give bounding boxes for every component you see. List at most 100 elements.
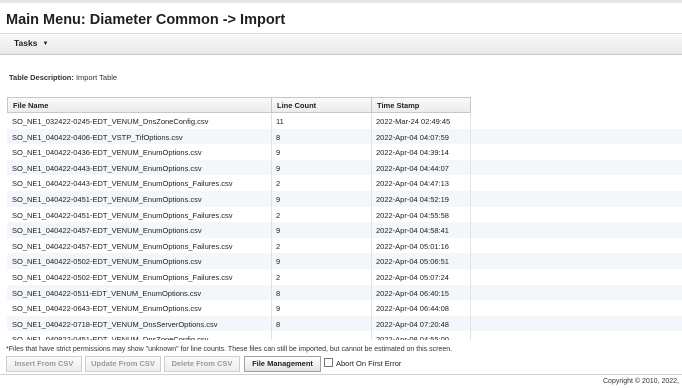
file-name-cell: SO_NE1_040422-0451-EDT_VENUM_EnumOptions… [12, 210, 233, 220]
copyright-notice: Copyright © 2010, 2022, [603, 378, 679, 385]
column-divider [470, 175, 471, 191]
line-count-cell: 2 [276, 210, 281, 220]
column-divider [271, 190, 272, 207]
table-row[interactable]: SO_NE1_040422-0443-EDT_VENUM_EnumOptions… [7, 159, 682, 176]
time-stamp-cell: 2022-Apr-04 04:39:14 [376, 148, 449, 158]
column-divider [271, 253, 272, 269]
file-name-cell: SO_NE1_040422-0451-EDT_VENUM_EnumOptions… [12, 194, 202, 204]
file-name-cell: SO_NE1_040422-0511-EDT_VENUM_EnumOptions… [12, 288, 202, 298]
line-count-cell: 11 [276, 117, 284, 126]
table-description-label: Table Description: [9, 73, 74, 82]
footer-divider [0, 374, 682, 375]
column-divider [470, 331, 471, 340]
column-divider [371, 268, 372, 285]
table-row[interactable]: SO_NE1_040422-0502-EDT_VENUM_EnumOptions… [7, 268, 682, 285]
checkbox-icon[interactable] [324, 358, 333, 367]
delete-from-csv-button[interactable]: Delete From CSV [164, 356, 240, 372]
time-stamp-cell: 2022-Apr-04 05:07:24 [376, 272, 449, 282]
table-row[interactable]: SO_NE1_040422-0643-EDT_VENUM_EnumOptions… [7, 300, 682, 316]
table-row[interactable]: SO_NE1_032422-0245-EDT_VENUM_DnsZoneConf… [7, 113, 682, 129]
file-name-cell: SO_NE1_032422-0245-EDT_VENUM_DnsZoneConf… [12, 117, 209, 126]
table-row[interactable]: SO_NE1_040422-0457-EDT_VENUM_EnumOptions… [7, 222, 682, 238]
column-divider [271, 237, 272, 254]
column-divider [470, 190, 471, 207]
column-divider [470, 128, 471, 145]
time-stamp-cell: 2022-Apr-04 07:20:48 [376, 319, 449, 329]
column-divider [371, 159, 372, 176]
line-count-cell: 9 [276, 194, 281, 204]
table-row[interactable]: SO_NE1_040822-0451-EDT_VENUM_DnsZoneConf… [7, 331, 682, 340]
tasks-menu-button[interactable]: Tasks ▼ [14, 38, 48, 48]
table-row[interactable]: SO_NE1_040422-0511-EDT_VENUM_EnumOptions… [7, 284, 682, 301]
column-divider [371, 300, 372, 316]
file-name-cell: SO_NE1_040422-0457-EDT_VENUM_EnumOptions… [12, 226, 202, 236]
column-divider [470, 144, 471, 160]
time-stamp-cell: 2022-Apr-04 04:47:13 [376, 179, 449, 189]
table-row[interactable]: SO_NE1_040422-0436-EDT_VENUM_EnumOptions… [7, 144, 682, 160]
file-name-cell: SO_NE1_040822-0451-EDT_VENUM_DnsZoneConf… [12, 335, 209, 340]
column-divider [470, 222, 471, 238]
column-divider [271, 331, 272, 340]
file-management-button[interactable]: File Management [244, 356, 321, 372]
file-name-cell: SO_NE1_040422-0502-EDT_VENUM_EnumOptions… [12, 272, 233, 282]
column-divider [371, 144, 372, 160]
table-row[interactable]: SO_NE1_040422-0406-EDT_VSTP_TifOptions.c… [7, 128, 682, 145]
column-header-file-name[interactable]: File Name [13, 101, 48, 110]
insert-from-csv-button[interactable]: Insert From CSV [6, 356, 82, 372]
column-divider [271, 144, 272, 160]
time-stamp-cell: 2022-Apr-04 05:01:16 [376, 241, 449, 251]
line-count-cell: 8 [276, 132, 281, 142]
tasks-label: Tasks [14, 38, 38, 48]
line-count-cell: 2 [276, 241, 281, 251]
time-stamp-cell: 2022-Apr-04 04:07:59 [376, 132, 449, 142]
column-divider [271, 300, 272, 316]
table-row[interactable]: SO_NE1_040422-0502-EDT_VENUM_EnumOptions… [7, 253, 682, 269]
table-row[interactable]: SO_NE1_040422-0443-EDT_VENUM_EnumOptions… [7, 175, 682, 191]
table-row[interactable]: SO_NE1_040422-0718-EDT_VENUM_DnsServerOp… [7, 315, 682, 332]
table-row[interactable]: SO_NE1_040422-0451-EDT_VENUM_EnumOptions… [7, 206, 682, 223]
table-row[interactable]: SO_NE1_040422-0451-EDT_VENUM_EnumOptions… [7, 190, 682, 207]
column-divider [371, 331, 372, 340]
column-divider [470, 300, 471, 316]
time-stamp-cell: 2022-Apr-04 04:58:41 [376, 226, 449, 236]
table-description: Table Description: Import Table [9, 73, 117, 82]
import-table: File Name Line Count Time Stamp SO_NE1_0… [7, 97, 682, 340]
column-divider [271, 315, 272, 332]
file-name-cell: SO_NE1_040422-0406-EDT_VSTP_TifOptions.c… [12, 132, 183, 142]
column-divider [371, 98, 372, 113]
column-divider [371, 315, 372, 332]
page-title: Main Menu: Diameter Common -> Import [6, 12, 286, 28]
column-divider [371, 253, 372, 269]
column-divider [371, 284, 372, 301]
column-divider [271, 128, 272, 145]
column-divider [371, 237, 372, 254]
update-from-csv-button[interactable]: Update From CSV [85, 356, 161, 372]
time-stamp-cell: 2022-Apr-04 05:06:51 [376, 257, 449, 267]
column-divider [470, 284, 471, 301]
top-border [0, 0, 682, 3]
line-count-cell: 8 [276, 288, 281, 298]
line-count-cell: 9 [276, 163, 281, 173]
abort-on-first-error-checkbox[interactable]: Abort On First Error [324, 358, 401, 368]
file-name-cell: SO_NE1_040422-0643-EDT_VENUM_EnumOptions… [12, 304, 202, 314]
line-count-cell: 9 [276, 304, 281, 314]
line-count-cell: 9 [276, 148, 281, 158]
time-stamp-cell: 2022-Mar-24 02:49:45 [376, 117, 451, 126]
table-row[interactable]: SO_NE1_040422-0457-EDT_VENUM_EnumOptions… [7, 237, 682, 254]
column-header-time-stamp[interactable]: Time Stamp [377, 101, 419, 110]
column-divider [470, 159, 471, 176]
time-stamp-cell: 2022-Apr-08 04:55:00 [376, 335, 449, 340]
file-name-cell: SO_NE1_040422-0502-EDT_VENUM_EnumOptions… [12, 257, 202, 267]
column-divider [271, 206, 272, 223]
column-divider [470, 113, 471, 129]
column-divider [271, 222, 272, 238]
time-stamp-cell: 2022-Apr-04 04:55:58 [376, 210, 449, 220]
file-name-cell: SO_NE1_040422-0457-EDT_VENUM_EnumOptions… [12, 241, 233, 251]
abort-on-first-error-label: Abort On First Error [336, 359, 402, 368]
column-header-line-count[interactable]: Line Count [277, 101, 316, 110]
line-count-cell: 2 [276, 179, 281, 189]
time-stamp-cell: 2022-Apr-04 06:40:15 [376, 288, 449, 298]
file-name-cell: SO_NE1_040422-0718-EDT_VENUM_DnsServerOp… [12, 319, 218, 329]
column-divider [271, 284, 272, 301]
permissions-note: *Files that have strict permissions may … [6, 346, 453, 353]
